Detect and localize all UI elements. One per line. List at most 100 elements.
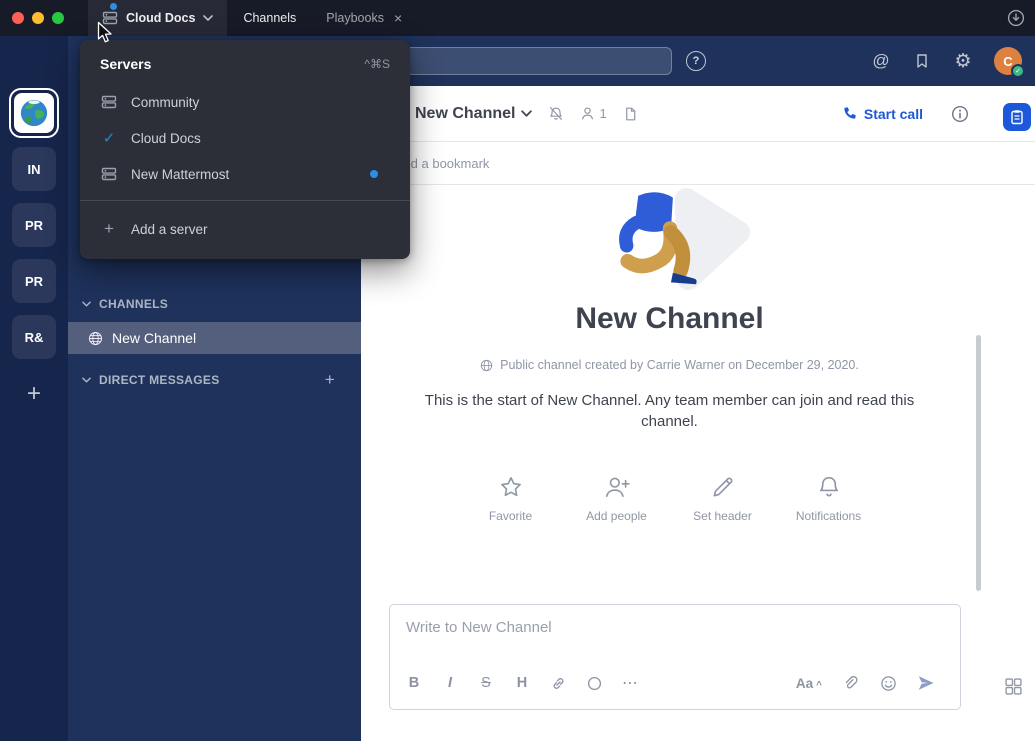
- channels-category-label: CHANNELS: [99, 297, 168, 311]
- channel-intro-actions: Favorite Add people Set header: [361, 474, 978, 523]
- online-status-badge: ✓: [1011, 64, 1025, 78]
- user-avatar[interactable]: C ✓: [994, 47, 1022, 75]
- muted-bell-icon[interactable]: [548, 106, 564, 122]
- menu-item-new-mattermost[interactable]: New Mattermost: [80, 156, 410, 192]
- minimize-window-button[interactable]: [32, 12, 44, 24]
- team-item[interactable]: R&: [12, 315, 56, 359]
- channel-name-label: New Channel: [112, 330, 196, 346]
- team-selected-ring: [9, 88, 59, 138]
- server-icon: [102, 10, 118, 26]
- window-controls: [12, 12, 64, 24]
- close-tab-icon[interactable]: ×: [394, 11, 402, 25]
- tab-playbooks[interactable]: Playbooks ×: [326, 11, 402, 25]
- team-item[interactable]: PR: [12, 203, 56, 247]
- server-icon: [100, 166, 118, 182]
- add-server-label: Add a server: [131, 222, 208, 237]
- mentions-icon[interactable]: @: [871, 51, 891, 71]
- channel-intro-illustration: [361, 188, 978, 292]
- link-icon[interactable]: [544, 669, 572, 697]
- favorite-button[interactable]: Favorite: [476, 474, 546, 523]
- team-initials: R&: [25, 330, 44, 345]
- server-tab-label: Cloud Docs: [126, 11, 195, 25]
- channel-intro-title: New Channel: [361, 302, 978, 336]
- channel-info-icon[interactable]: [951, 105, 969, 123]
- member-count: 1: [599, 106, 606, 121]
- apps-grid-icon[interactable]: [1004, 677, 1023, 696]
- emoji-icon[interactable]: [874, 669, 902, 697]
- format-circle-icon[interactable]: [580, 669, 608, 697]
- sidebar-item-new-channel[interactable]: New Channel: [68, 322, 361, 354]
- menu-divider: [80, 200, 410, 201]
- close-window-button[interactable]: [12, 12, 24, 24]
- members-button[interactable]: 1: [580, 106, 606, 121]
- add-dm-button[interactable]: +: [325, 370, 335, 390]
- menu-item-label: Community: [131, 95, 199, 110]
- titlebar: Cloud Docs Channels Playbooks ×: [0, 0, 1035, 36]
- menu-item-label: New Mattermost: [131, 167, 229, 182]
- chevron-down-icon: [82, 301, 91, 307]
- unread-dot: [370, 170, 378, 178]
- text-style-label: Aa: [796, 676, 813, 691]
- servers-menu-header: Servers ^⌘S: [80, 50, 410, 84]
- server-dropdown-tab[interactable]: Cloud Docs: [88, 0, 227, 36]
- message-input[interactable]: [390, 605, 960, 663]
- chevron-down-icon[interactable]: [521, 110, 532, 117]
- plus-icon: +: [27, 380, 41, 408]
- start-call-button[interactable]: Start call: [842, 106, 923, 122]
- bold-button[interactable]: B: [400, 669, 428, 697]
- italic-button[interactable]: I: [436, 669, 464, 697]
- team-item[interactable]: IN: [12, 147, 56, 191]
- zoom-window-button[interactable]: [52, 12, 64, 24]
- playbooks-app-icon[interactable]: [1003, 103, 1031, 131]
- main-panel: New Channel 1: [361, 86, 1035, 741]
- team-item-globe[interactable]: [14, 93, 54, 133]
- server-icon: [100, 94, 118, 110]
- person-plus-icon: [603, 474, 631, 500]
- add-server-button[interactable]: + Add a server: [80, 209, 410, 249]
- globe-icon: [480, 359, 493, 372]
- menu-item-community[interactable]: Community: [80, 84, 410, 120]
- servers-dropdown-menu: Servers ^⌘S Community ✓ Cloud Docs New M…: [80, 40, 410, 259]
- menu-item-cloud-docs[interactable]: ✓ Cloud Docs: [80, 120, 410, 156]
- header-actions: @ ⚙ C ✓: [871, 47, 1035, 75]
- tab-playbooks-label: Playbooks: [326, 11, 384, 25]
- channel-header: New Channel 1: [361, 86, 1035, 142]
- pinned-files-icon[interactable]: [623, 106, 638, 122]
- set-header-button[interactable]: Set header: [688, 474, 758, 523]
- notifications-label: Notifications: [796, 509, 861, 523]
- formatting-toolbar: B I S H ⋯ Aa ^: [390, 663, 960, 709]
- tab-channels[interactable]: Channels: [243, 11, 296, 25]
- message-composer: B I S H ⋯ Aa ^: [389, 604, 961, 710]
- team-initials: PR: [25, 218, 43, 233]
- globe-icon: [88, 331, 103, 346]
- direct-messages-category[interactable]: DIRECT MESSAGES +: [68, 364, 361, 396]
- bell-icon: [816, 474, 842, 500]
- set-header-label: Set header: [693, 509, 752, 523]
- download-update-icon[interactable]: [1007, 9, 1025, 27]
- channel-created-text: Public channel created by Carrie Warner …: [500, 358, 859, 372]
- add-team-button[interactable]: +: [12, 372, 56, 416]
- notifications-button[interactable]: Notifications: [794, 474, 864, 523]
- strikethrough-button[interactable]: S: [472, 669, 500, 697]
- more-formatting-icon[interactable]: ⋯: [616, 669, 644, 697]
- channels-category[interactable]: CHANNELS: [68, 288, 361, 320]
- team-sidebar: IN PR PR R& +: [0, 36, 68, 741]
- caret-up-icon: ^: [816, 680, 822, 691]
- send-message-icon[interactable]: [912, 669, 940, 697]
- saved-posts-icon[interactable]: [912, 51, 932, 71]
- settings-gear-icon[interactable]: ⚙: [953, 51, 973, 71]
- scrollbar[interactable]: [976, 335, 981, 591]
- text-style-selector[interactable]: Aa ^: [796, 676, 822, 691]
- servers-menu-title: Servers: [100, 56, 151, 72]
- add-people-button[interactable]: Add people: [582, 474, 652, 523]
- pencil-icon: [710, 474, 736, 500]
- view-tabs: Channels Playbooks ×: [243, 11, 402, 25]
- channel-title[interactable]: New Channel: [415, 105, 515, 123]
- bookmark-bar[interactable]: + Add a bookmark: [361, 142, 1035, 185]
- heading-button[interactable]: H: [508, 669, 536, 697]
- team-item[interactable]: PR: [12, 259, 56, 303]
- help-icon[interactable]: ?: [686, 51, 706, 71]
- channel-intro-meta: Public channel created by Carrie Warner …: [361, 358, 978, 372]
- star-icon: [498, 474, 524, 500]
- attachment-paperclip-icon[interactable]: [836, 669, 864, 697]
